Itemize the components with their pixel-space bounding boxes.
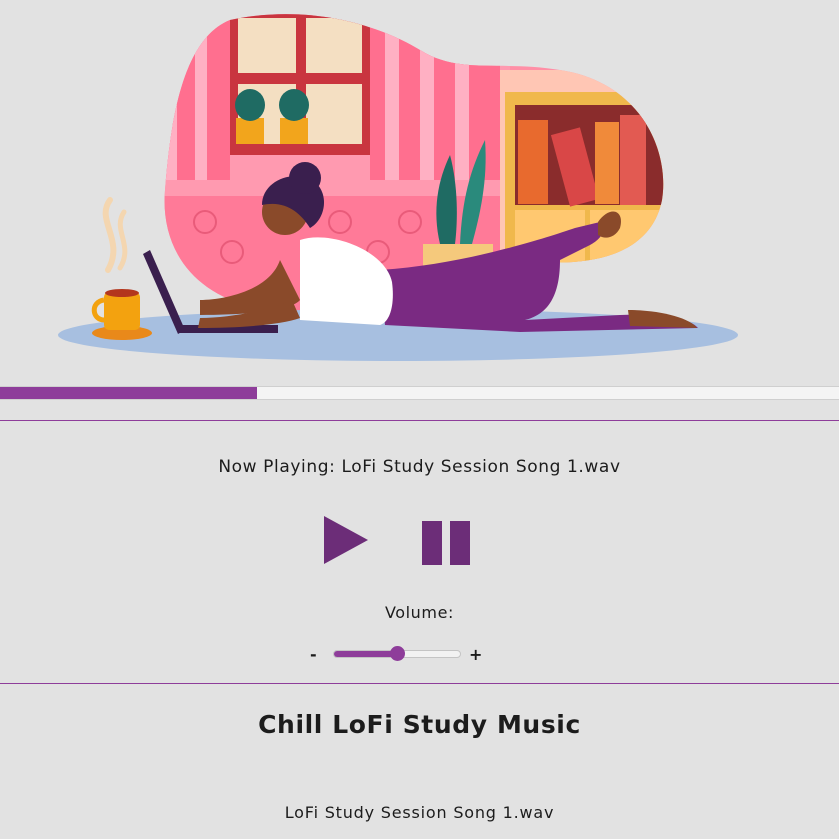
volume-slider-thumb[interactable] xyxy=(390,646,405,661)
now-playing-label: Now Playing: LoFi Study Session Song 1.w… xyxy=(218,457,621,477)
song-progress-bar[interactable] xyxy=(0,386,839,400)
volume-label: Volume: xyxy=(384,603,455,622)
lofi-illustration xyxy=(58,14,738,361)
play-button[interactable] xyxy=(322,514,370,566)
song-progress-fill xyxy=(0,387,257,399)
play-icon xyxy=(324,516,368,564)
divider-bottom xyxy=(0,683,839,684)
pause-icon xyxy=(422,521,470,565)
playlist-song-item[interactable]: LoFi Study Session Song 1.wav xyxy=(0,803,839,822)
volume-slider-fill xyxy=(334,651,397,657)
playlist-title: Chill LoFi Study Music xyxy=(258,710,581,739)
pause-button[interactable] xyxy=(421,520,473,566)
divider-top xyxy=(0,420,839,421)
volume-minus-label: - xyxy=(310,645,317,664)
volume-plus-label: + xyxy=(469,645,483,664)
volume-slider[interactable] xyxy=(333,646,461,661)
